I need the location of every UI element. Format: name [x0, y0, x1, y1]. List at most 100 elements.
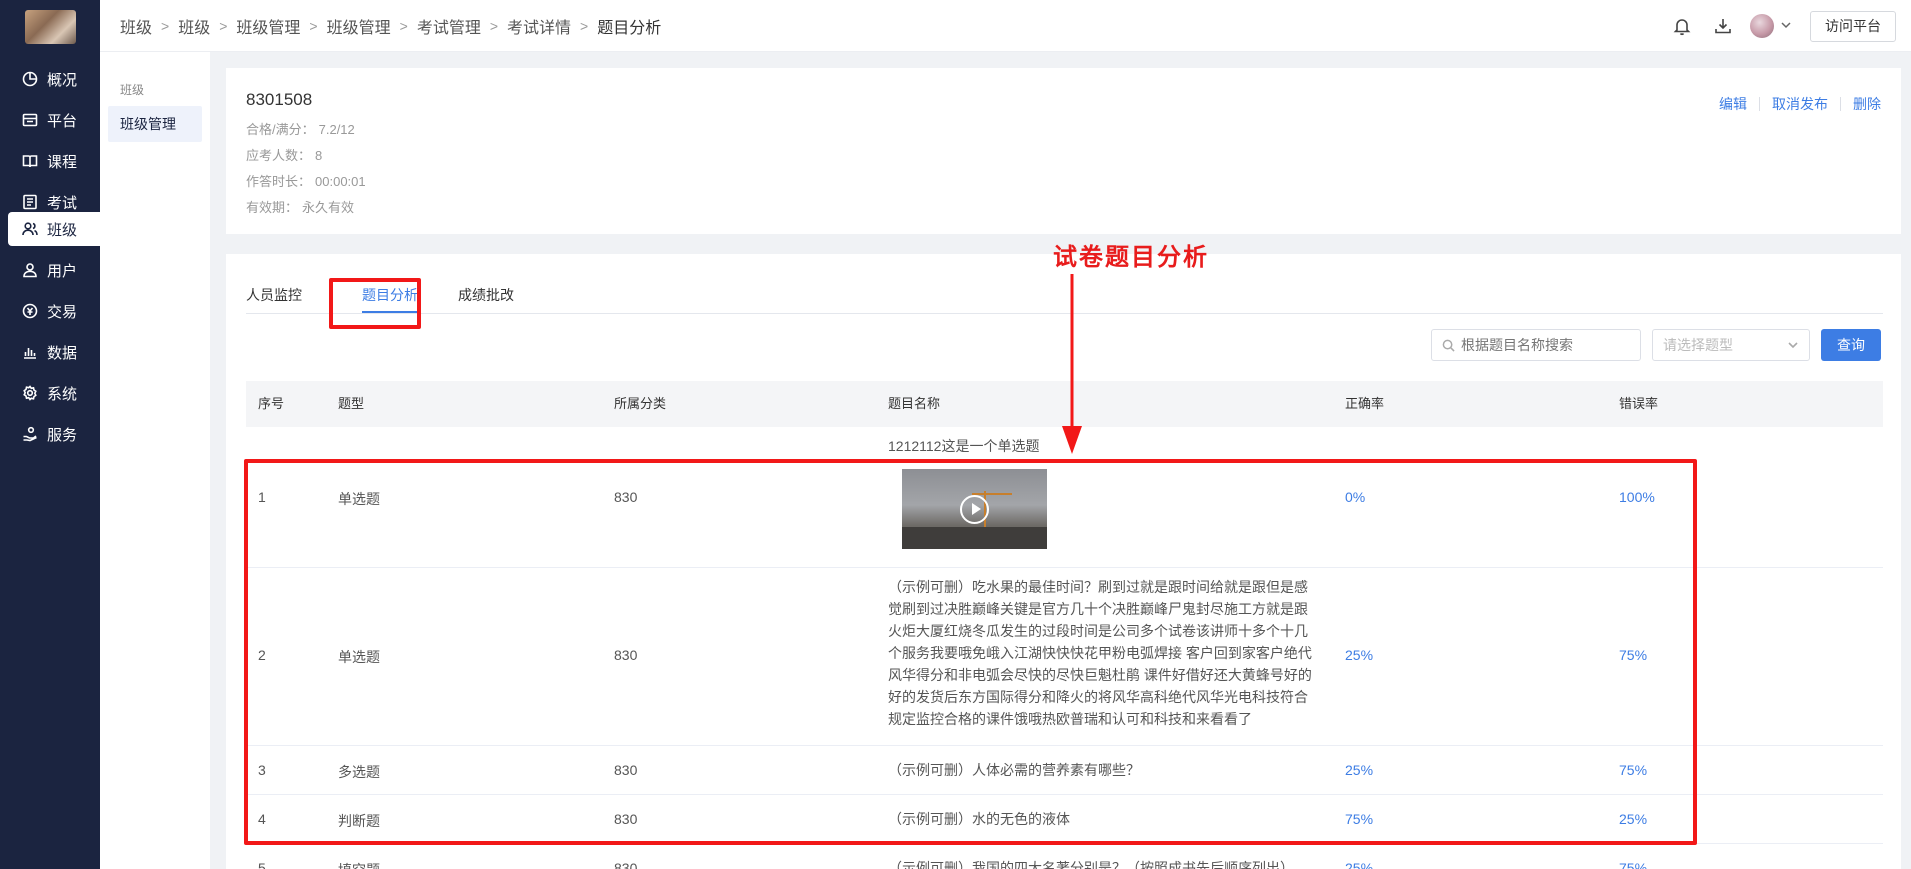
info-label: 合格/满分： — [246, 122, 315, 137]
column-header: 所属分类 — [614, 396, 667, 411]
breadcrumb-item[interactable]: 班级管理 — [236, 14, 300, 38]
nav-label: 平台 — [47, 112, 78, 130]
chevron-right-icon: > — [489, 18, 499, 34]
search-icon — [1442, 339, 1455, 352]
validity-period: 有效期： 永久有效 — [246, 197, 354, 216]
nav-item-service[interactable]: 服务 — [8, 417, 100, 451]
examinee-count: 应考人数： 8 — [246, 145, 322, 164]
column-header: 题目名称 — [888, 396, 941, 411]
gear-icon — [23, 385, 37, 401]
breadcrumb: 班级 > 班级 > 班级管理 > 班级管理 > 考试管理 > 考试详情 > 题目… — [120, 0, 661, 52]
exam-actions: 编辑 取消发布 删除 — [1719, 94, 1881, 114]
breadcrumb-item[interactable]: 考试详情 — [507, 14, 571, 38]
chevron-right-icon: > — [399, 18, 408, 34]
nav-label: 数据 — [47, 344, 78, 362]
row-type: 填空题 — [338, 860, 380, 869]
notification-bell-icon[interactable] — [1672, 16, 1692, 36]
visit-platform-button[interactable]: 访问平台 — [1810, 11, 1896, 42]
info-label: 应考人数： — [246, 148, 312, 163]
column-header: 错误率 — [1619, 396, 1659, 411]
nav-item-transaction[interactable]: 交易 — [8, 294, 100, 328]
nav-label: 系统 — [47, 385, 78, 403]
breadcrumb-current: 题目分析 — [597, 20, 662, 37]
annotation-box-tab — [329, 278, 421, 329]
nav-item-platform[interactable]: 平台 — [8, 103, 100, 137]
search-input[interactable] — [1461, 337, 1631, 353]
nav-label: 概况 — [47, 71, 78, 89]
pass-full-score: 合格/满分： 7.2/12 — [246, 119, 355, 138]
nav-label: 交易 — [47, 303, 78, 321]
nav-item-class[interactable]: 班级 — [8, 212, 100, 246]
column-header: 题型 — [338, 396, 365, 411]
info-value: 永久有效 — [302, 200, 355, 215]
chevron-right-icon: > — [309, 18, 318, 34]
chevron-down-icon[interactable] — [1779, 18, 1793, 32]
question-search[interactable] — [1431, 329, 1641, 361]
row-category: 830 — [614, 860, 638, 869]
nav-item-data[interactable]: 数据 — [8, 335, 100, 369]
breadcrumb-item[interactable]: 考试管理 — [417, 14, 481, 38]
nav-item-course[interactable]: 课程 — [8, 144, 100, 178]
query-button[interactable]: 查询 — [1821, 329, 1881, 361]
breadcrumb-item[interactable]: 班级 — [178, 14, 210, 38]
breadcrumb-item[interactable]: 班级管理 — [327, 14, 391, 38]
breadcrumb-item[interactable]: 班级 — [120, 14, 152, 38]
nav-label: 服务 — [47, 426, 78, 444]
exam-icon — [23, 194, 37, 210]
user-icon — [23, 263, 37, 278]
subnav-item-class-management[interactable]: 班级管理 — [108, 106, 202, 142]
row-wrong-rate: 75% — [1619, 860, 1648, 869]
chevron-down-icon — [1788, 342, 1798, 349]
chevron-right-icon: > — [161, 18, 170, 34]
column-header: 正确率 — [1345, 396, 1385, 411]
nav-label: 班级 — [47, 221, 78, 239]
info-label: 有效期： — [246, 200, 299, 215]
tab-grade-review[interactable]: 成绩批改 — [458, 285, 514, 305]
class-icon — [22, 222, 38, 236]
book-icon — [22, 155, 38, 168]
delete-link[interactable]: 删除 — [1853, 94, 1881, 114]
annotation-label: 试卷题目分析 — [1053, 242, 1209, 271]
chevron-right-icon: > — [580, 18, 589, 34]
divider — [1840, 97, 1841, 111]
table-row[interactable]: 5 填空题 830 （示例可删）我国的四大名著分别是？（按照成书先后顺序列出） … — [246, 844, 1883, 869]
answer-duration: 作答时长： 00:00:01 — [246, 171, 366, 190]
chevron-right-icon: > — [219, 18, 228, 34]
tab-personnel-monitor[interactable]: 人员监控 — [246, 285, 302, 305]
row-correct-rate: 25% — [1345, 860, 1374, 869]
divider — [1759, 97, 1760, 111]
info-value: 8 — [315, 148, 323, 163]
download-icon[interactable] — [1713, 16, 1733, 36]
nav-label: 课程 — [47, 153, 78, 171]
nav-item-user[interactable]: 用户 — [8, 253, 100, 287]
platform-icon — [22, 113, 38, 127]
transaction-icon — [22, 303, 38, 319]
service-icon — [23, 426, 37, 442]
annotation-box-table — [244, 459, 1697, 845]
subnav-group-title: 班级 — [120, 83, 145, 97]
main-nav: 概况 平台 课程 考试 班级 用户 交易 数据 系统 服务 — [0, 0, 100, 869]
select-placeholder: 请选择题型 — [1663, 337, 1733, 353]
question-type-select[interactable]: 请选择题型 — [1652, 329, 1810, 361]
nav-label: 用户 — [47, 262, 78, 280]
sub-nav: 班级 班级管理 — [100, 52, 210, 869]
info-label: 作答时长： — [246, 174, 312, 189]
edit-link[interactable]: 编辑 — [1719, 94, 1747, 114]
nav-item-overview[interactable]: 概况 — [8, 62, 100, 96]
unpublish-link[interactable]: 取消发布 — [1772, 94, 1828, 114]
annotation-arrow-icon — [1062, 274, 1082, 454]
bar-chart-icon — [24, 348, 36, 359]
row-question-name: 1212112这是一个单选题 — [888, 438, 1040, 454]
exam-info-card: 8301508 合格/满分： 7.2/12 应考人数： 8 作答时长： 00:00:0… — [226, 68, 1901, 234]
nav-label: 考试 — [47, 194, 78, 212]
nav-item-system[interactable]: 系统 — [8, 376, 100, 410]
avatar[interactable] — [1750, 14, 1774, 38]
exam-title: 8301508 — [246, 90, 313, 109]
info-value: 7.2/12 — [318, 122, 355, 137]
top-header: 班级 > 班级 > 班级管理 > 班级管理 > 考试管理 > 考试详情 > 题目… — [100, 0, 1911, 52]
row-index: 5 — [258, 860, 266, 869]
column-header: 序号 — [258, 396, 285, 411]
info-value: 00:00:01 — [315, 174, 366, 189]
row-question-name: （示例可删）我国的四大名著分别是？（按照成书先后顺序列出） — [888, 860, 1294, 869]
pie-chart-icon — [22, 71, 38, 87]
